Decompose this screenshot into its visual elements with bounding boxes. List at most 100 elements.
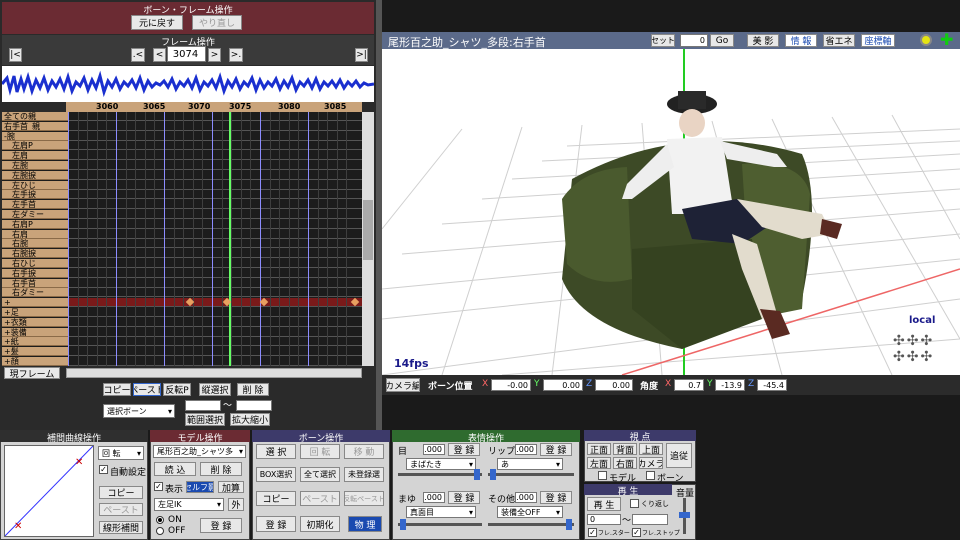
track-grid-row[interactable]: [68, 161, 364, 170]
track-label[interactable]: 右手捩: [2, 268, 68, 278]
track-grid-row[interactable]: [68, 269, 364, 278]
track-label[interactable]: 左手捩: [2, 190, 68, 200]
copy-button[interactable]: コピー: [103, 383, 131, 396]
track-grid-row[interactable]: [68, 141, 364, 151]
other-value-input[interactable]: 1.000: [515, 492, 537, 503]
select-all-button[interactable]: 全て選択: [300, 467, 340, 482]
track-grid-row[interactable]: [68, 288, 364, 298]
selection-type-select[interactable]: 選択ボーン: [103, 404, 175, 418]
range-to-input[interactable]: [236, 400, 272, 411]
self-shadow-button[interactable]: セルフ影: [186, 481, 214, 493]
set-button[interactable]: セット: [651, 34, 675, 47]
track-label[interactable]: +足: [2, 308, 68, 317]
track-grid-row[interactable]: [68, 181, 364, 190]
unregistered-select-button[interactable]: 未登録選: [344, 467, 384, 482]
view-front-button[interactable]: 正面: [587, 443, 611, 455]
pos-y-input[interactable]: 0.00: [543, 379, 583, 391]
track-label[interactable]: -腕: [2, 131, 68, 141]
interp-curve-editor[interactable]: ✕ ✕: [4, 445, 94, 537]
last-frame-button[interactable]: >|: [355, 48, 368, 62]
rotate-gizmo-icon[interactable]: ✣✣✣ ✣✣✣: [893, 333, 953, 367]
display-checkbox[interactable]: ✓: [154, 482, 163, 491]
other-slider-thumb[interactable]: [566, 519, 572, 530]
outside-parent-button[interactable]: 外: [228, 498, 244, 511]
outside-parent-bone-select[interactable]: 左足IK: [154, 498, 224, 511]
interp-paste-button[interactable]: ペースト: [99, 503, 143, 516]
track-grid-row[interactable]: [68, 151, 364, 161]
view-right-button[interactable]: 右面: [613, 457, 637, 469]
repeat-checkbox[interactable]: [630, 499, 639, 508]
track-label[interactable]: +紙: [2, 337, 68, 347]
range-select-button[interactable]: 範囲選択: [185, 413, 225, 426]
bone-init-button[interactable]: 初期化: [300, 516, 340, 532]
track-grid-row[interactable]: [68, 357, 364, 366]
view-left-button[interactable]: 左面: [587, 457, 611, 469]
reverse-paste-button[interactable]: 反転P: [163, 383, 191, 396]
viewport-3d[interactable]: 14fps local: [382, 49, 960, 375]
track-grid-row[interactable]: [68, 308, 364, 317]
track-label[interactable]: +: [2, 298, 68, 308]
redo-button[interactable]: やり直し: [192, 15, 242, 30]
lip-morph-select[interactable]: あ: [497, 458, 563, 470]
expand-shrink-button[interactable]: 拡大縮小: [230, 413, 270, 426]
box-select-button[interactable]: BOX選択: [256, 467, 296, 482]
track-label[interactable]: 左手首: [2, 200, 68, 210]
auto-set-checkbox[interactable]: ✓: [99, 465, 108, 474]
track-grid-row[interactable]: [68, 171, 364, 180]
track-grid-row[interactable]: [68, 318, 364, 327]
shadow-button[interactable]: 美 影: [747, 34, 779, 47]
track-label[interactable]: 右腕: [2, 239, 68, 249]
track-grid-row[interactable]: [68, 239, 364, 249]
play-to-input[interactable]: [632, 514, 668, 525]
lip-register-button[interactable]: 登 録: [540, 443, 572, 456]
frame-stop-checkbox[interactable]: ✓: [632, 528, 641, 537]
lip-slider[interactable]: [488, 473, 574, 476]
undo-button[interactable]: 元に戻す: [131, 15, 183, 30]
model-delete-button[interactable]: 削 除: [200, 462, 242, 476]
delete-frame-button[interactable]: 削 除: [237, 383, 269, 396]
next-key-button[interactable]: >.: [229, 48, 243, 62]
track-label[interactable]: 右ダミー: [2, 288, 68, 298]
bone-copy-button[interactable]: コピー: [256, 491, 296, 506]
volume-slider-thumb[interactable]: [679, 512, 690, 518]
track-label[interactable]: +髪: [2, 347, 68, 357]
first-frame-button[interactable]: |<: [9, 48, 22, 62]
track-grid-row[interactable]: [68, 259, 364, 268]
track-label[interactable]: 右腕捩: [2, 249, 68, 259]
track-grid-row[interactable]: [68, 337, 364, 347]
bone-move-button[interactable]: 移 動: [344, 444, 384, 459]
view-top-button[interactable]: 上面: [639, 443, 663, 455]
other-slider[interactable]: [488, 523, 574, 526]
local-label[interactable]: local: [909, 315, 935, 326]
track-grid-row[interactable]: [68, 230, 364, 239]
linear-interp-button[interactable]: 線形補間: [99, 521, 143, 534]
bone-select-button[interactable]: 選 択: [256, 444, 296, 459]
frame-start-checkbox[interactable]: ✓: [588, 528, 597, 537]
track-grid-row[interactable]: [68, 210, 364, 219]
track-label[interactable]: 左ひじ: [2, 180, 68, 190]
physics-button[interactable]: 物 理: [348, 516, 382, 532]
add-blend-button[interactable]: 加算: [218, 481, 244, 493]
eye-register-button[interactable]: 登 録: [448, 443, 480, 456]
pos-z-input[interactable]: 0.00: [595, 379, 633, 391]
track-label[interactable]: 右肩P: [2, 219, 68, 229]
timeline-hscroll[interactable]: [66, 368, 362, 378]
track-label[interactable]: 全ての親: [2, 112, 68, 121]
camera-edit-tab[interactable]: カメラ編: [386, 378, 420, 392]
eye-slider[interactable]: [398, 473, 482, 476]
brow-value-input[interactable]: 0.000: [423, 492, 445, 503]
track-label[interactable]: 右肩: [2, 229, 68, 239]
track-label[interactable]: 左腕捩: [2, 170, 68, 180]
set-frame-input[interactable]: 0: [680, 34, 708, 47]
play-from-input[interactable]: 0: [587, 514, 621, 525]
track-label[interactable]: +顔: [2, 357, 68, 366]
track-grid-row[interactable]: [68, 190, 364, 200]
prev-frame-button[interactable]: <: [153, 48, 166, 62]
angle-y-input[interactable]: -13.9: [715, 379, 745, 391]
track-grid-row[interactable]: [68, 279, 364, 288]
model-register-button[interactable]: 登 録: [200, 518, 242, 533]
track-grid-row[interactable]: [68, 328, 364, 337]
brow-register-button[interactable]: 登 録: [448, 491, 480, 504]
track-label[interactable]: 左腕: [2, 161, 68, 170]
bone-reverse-paste-button[interactable]: 反転ペースト: [344, 491, 384, 506]
